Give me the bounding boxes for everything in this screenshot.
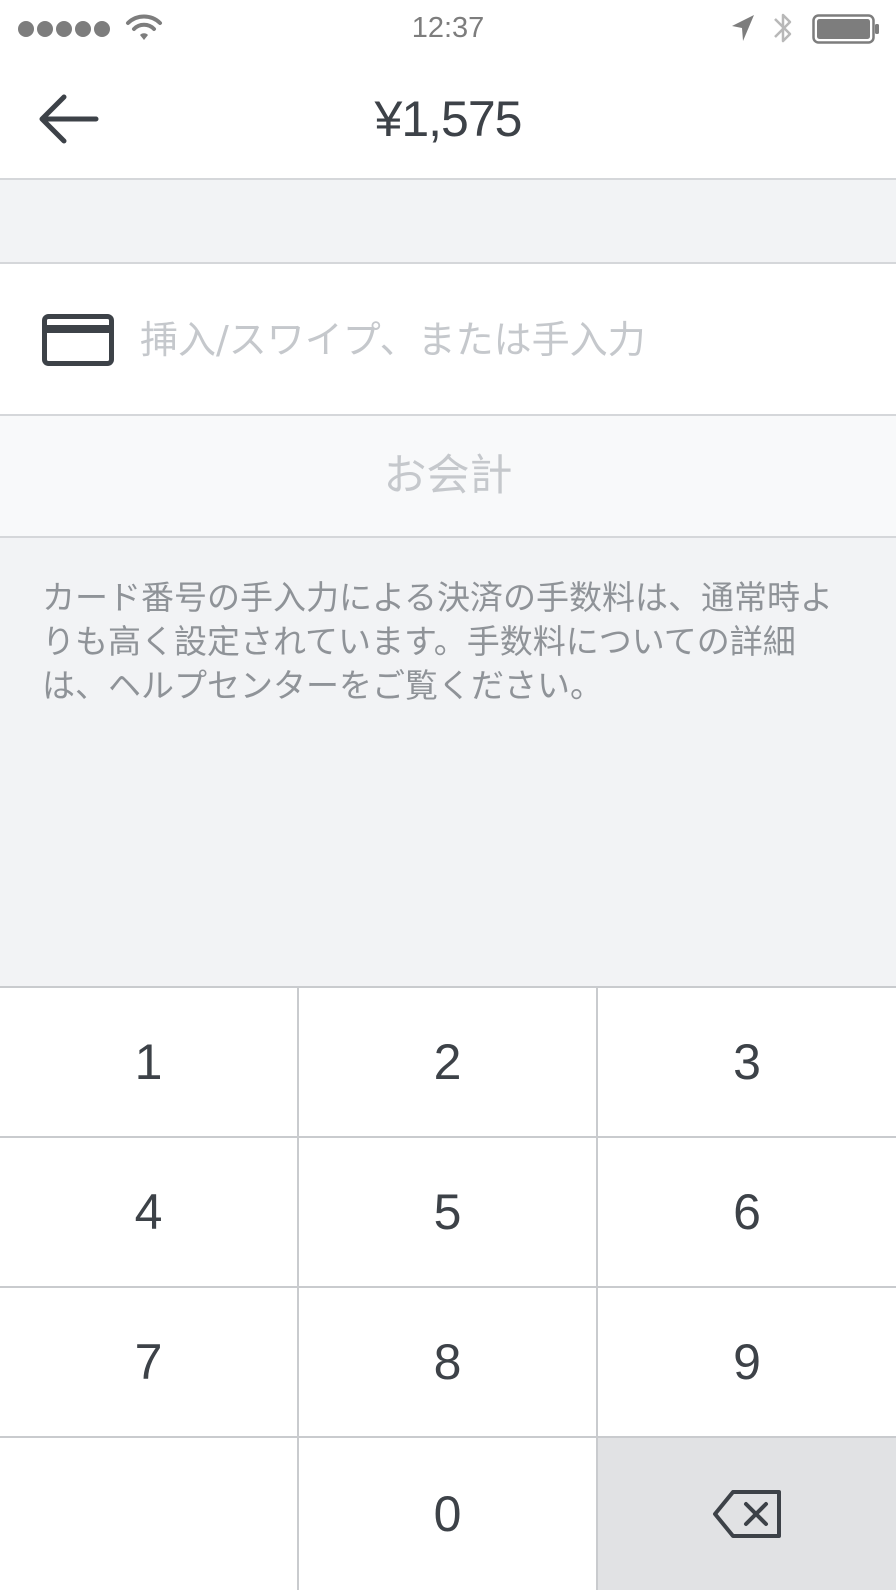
numeric-keypad: 1 2 3 4 5 6 7 8 9 0 — [0, 988, 896, 1590]
key-1[interactable]: 1 — [0, 988, 299, 1138]
charge-button[interactable]: お会計 — [0, 416, 896, 538]
credit-card-icon — [42, 314, 114, 366]
key-5[interactable]: 5 — [299, 1138, 598, 1288]
location-arrow-icon — [732, 15, 754, 41]
battery-icon — [812, 14, 879, 44]
manual-entry-fee-notice: カード番号の手入力による決済の手数料は、通常時よりも高く設定されています。手数料… — [42, 578, 834, 705]
key-0[interactable]: 0 — [299, 1438, 598, 1590]
key-9[interactable]: 9 — [598, 1288, 896, 1438]
header-spacer — [0, 180, 896, 264]
key-6[interactable]: 6 — [598, 1138, 896, 1288]
card-entry-row[interactable] — [0, 264, 896, 416]
key-4[interactable]: 4 — [0, 1138, 299, 1288]
key-2[interactable]: 2 — [299, 988, 598, 1138]
key-8[interactable]: 8 — [299, 1288, 598, 1438]
bluetooth-icon — [774, 13, 792, 43]
status-bar: 12:37 — [0, 0, 896, 58]
amount-title: ¥1,575 — [374, 91, 523, 147]
key-7[interactable]: 7 — [0, 1288, 299, 1438]
key-3[interactable]: 3 — [598, 988, 896, 1138]
notice-area: カード番号の手入力による決済の手数料は、通常時よりも高く設定されています。手数料… — [0, 538, 896, 988]
nav-bar: ¥1,575 — [0, 58, 896, 180]
card-number-input[interactable] — [140, 304, 860, 376]
payment-screen: 12:37 ¥1,575 お会計 カード番号 — [0, 0, 896, 1590]
backspace-icon — [713, 1490, 781, 1538]
status-time: 12:37 — [411, 12, 485, 44]
delete-key[interactable] — [598, 1438, 896, 1590]
key-blank — [0, 1438, 299, 1590]
